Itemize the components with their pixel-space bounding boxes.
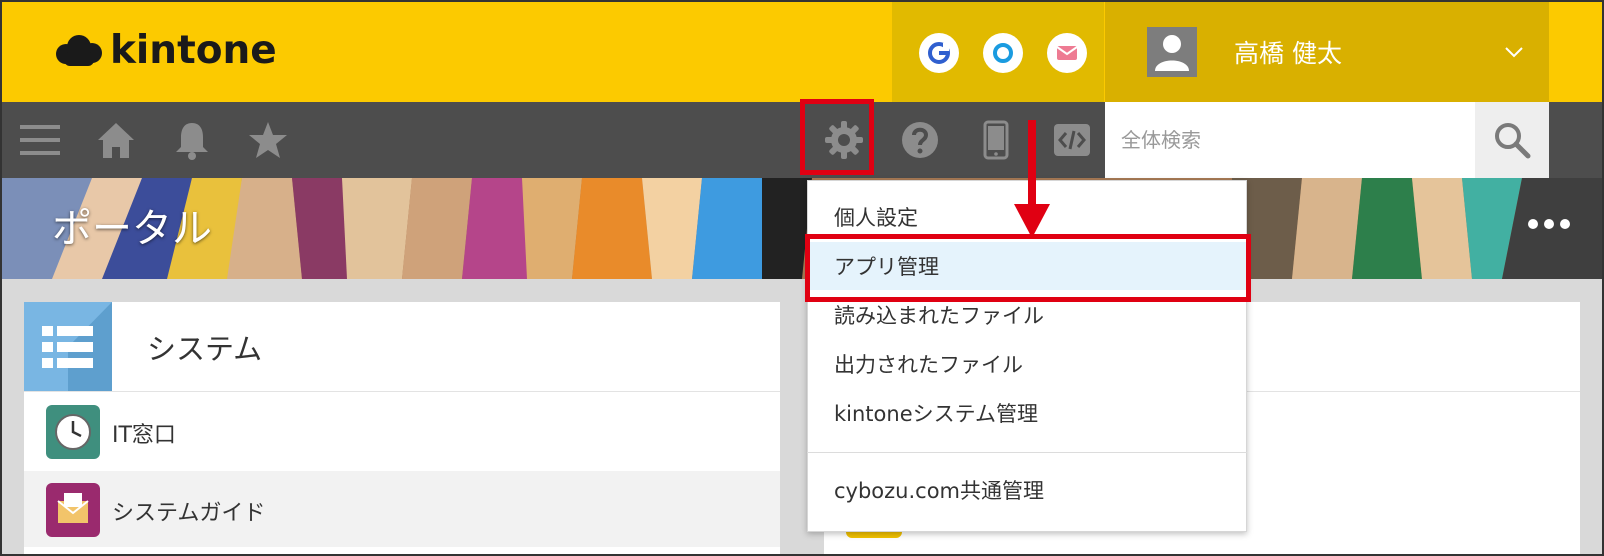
mobile-icon[interactable] xyxy=(976,120,1016,160)
menu-icon[interactable] xyxy=(20,120,60,160)
clock-icon xyxy=(46,405,100,459)
cybozu-office-icon[interactable] xyxy=(983,33,1023,73)
app-row-it-desk[interactable]: IT窓口 xyxy=(24,393,780,469)
annotation-arrow-icon xyxy=(1014,120,1050,238)
space-title[interactable]: システム xyxy=(147,326,262,368)
user-name[interactable]: 高橋 健太 xyxy=(1234,34,1342,70)
menu-item-kintone-system-admin[interactable]: kintoneシステム管理 xyxy=(807,389,1247,437)
global-search-input[interactable] xyxy=(1105,102,1475,178)
kintone-cloud-logo-icon xyxy=(56,35,102,66)
search-icon xyxy=(1495,123,1531,159)
help-icon[interactable] xyxy=(900,120,940,160)
list-icon xyxy=(24,302,112,392)
divider xyxy=(24,391,780,392)
gear-highlight-annotation xyxy=(800,99,874,175)
menu-item-cybozu-common-admin[interactable]: cybozu.com共通管理 xyxy=(807,466,1247,514)
chevron-down-icon[interactable] xyxy=(1504,42,1524,62)
app-row-system-guide[interactable]: システムガイド xyxy=(24,471,780,547)
user-avatar-icon[interactable] xyxy=(1147,27,1197,77)
mail-icon[interactable] xyxy=(1047,33,1087,73)
app-management-highlight-annotation xyxy=(805,234,1251,302)
google-icon[interactable] xyxy=(919,33,959,73)
app-label: システムガイド xyxy=(112,501,266,526)
kintone-logo-text[interactable]: kintone xyxy=(110,28,277,73)
star-icon[interactable] xyxy=(248,120,288,160)
app-label: IT窓口 xyxy=(112,423,176,448)
envelope-icon xyxy=(46,483,100,537)
search-button[interactable] xyxy=(1475,102,1549,178)
home-icon[interactable] xyxy=(96,120,136,160)
portal-banner-image xyxy=(2,178,1602,279)
more-icon[interactable] xyxy=(1527,214,1571,234)
kintone-portal-screen: kintone 高橋 健太 全体検索 ポータル システム IT窓口 システムガイ… xyxy=(0,0,1604,556)
menu-divider xyxy=(807,452,1247,453)
menu-item-exported-files[interactable]: 出力されたファイル xyxy=(807,340,1247,388)
portal-title: ポータル xyxy=(52,206,212,252)
code-icon[interactable] xyxy=(1052,120,1092,160)
bell-icon[interactable] xyxy=(172,120,212,160)
